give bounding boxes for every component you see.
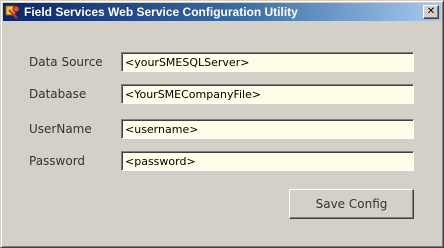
config-utility-window: Field Services Web Service Configuration…: [0, 0, 444, 248]
title-bar[interactable]: Field Services Web Service Configuration…: [3, 3, 441, 21]
database-label: Database: [29, 87, 87, 101]
username-label: UserName: [29, 122, 92, 136]
window-title: Field Services Web Service Configuration…: [24, 5, 298, 19]
data-source-label: Data Source: [29, 55, 103, 69]
close-icon: ✕: [426, 6, 436, 17]
save-config-button[interactable]: Save Config: [289, 189, 414, 219]
database-input[interactable]: [121, 84, 414, 104]
username-input[interactable]: [121, 119, 414, 139]
app-gear-icon: [5, 4, 21, 20]
data-source-input[interactable]: [121, 52, 414, 72]
close-button[interactable]: ✕: [423, 5, 439, 19]
password-label: Password: [29, 154, 86, 168]
password-input[interactable]: [121, 151, 414, 171]
